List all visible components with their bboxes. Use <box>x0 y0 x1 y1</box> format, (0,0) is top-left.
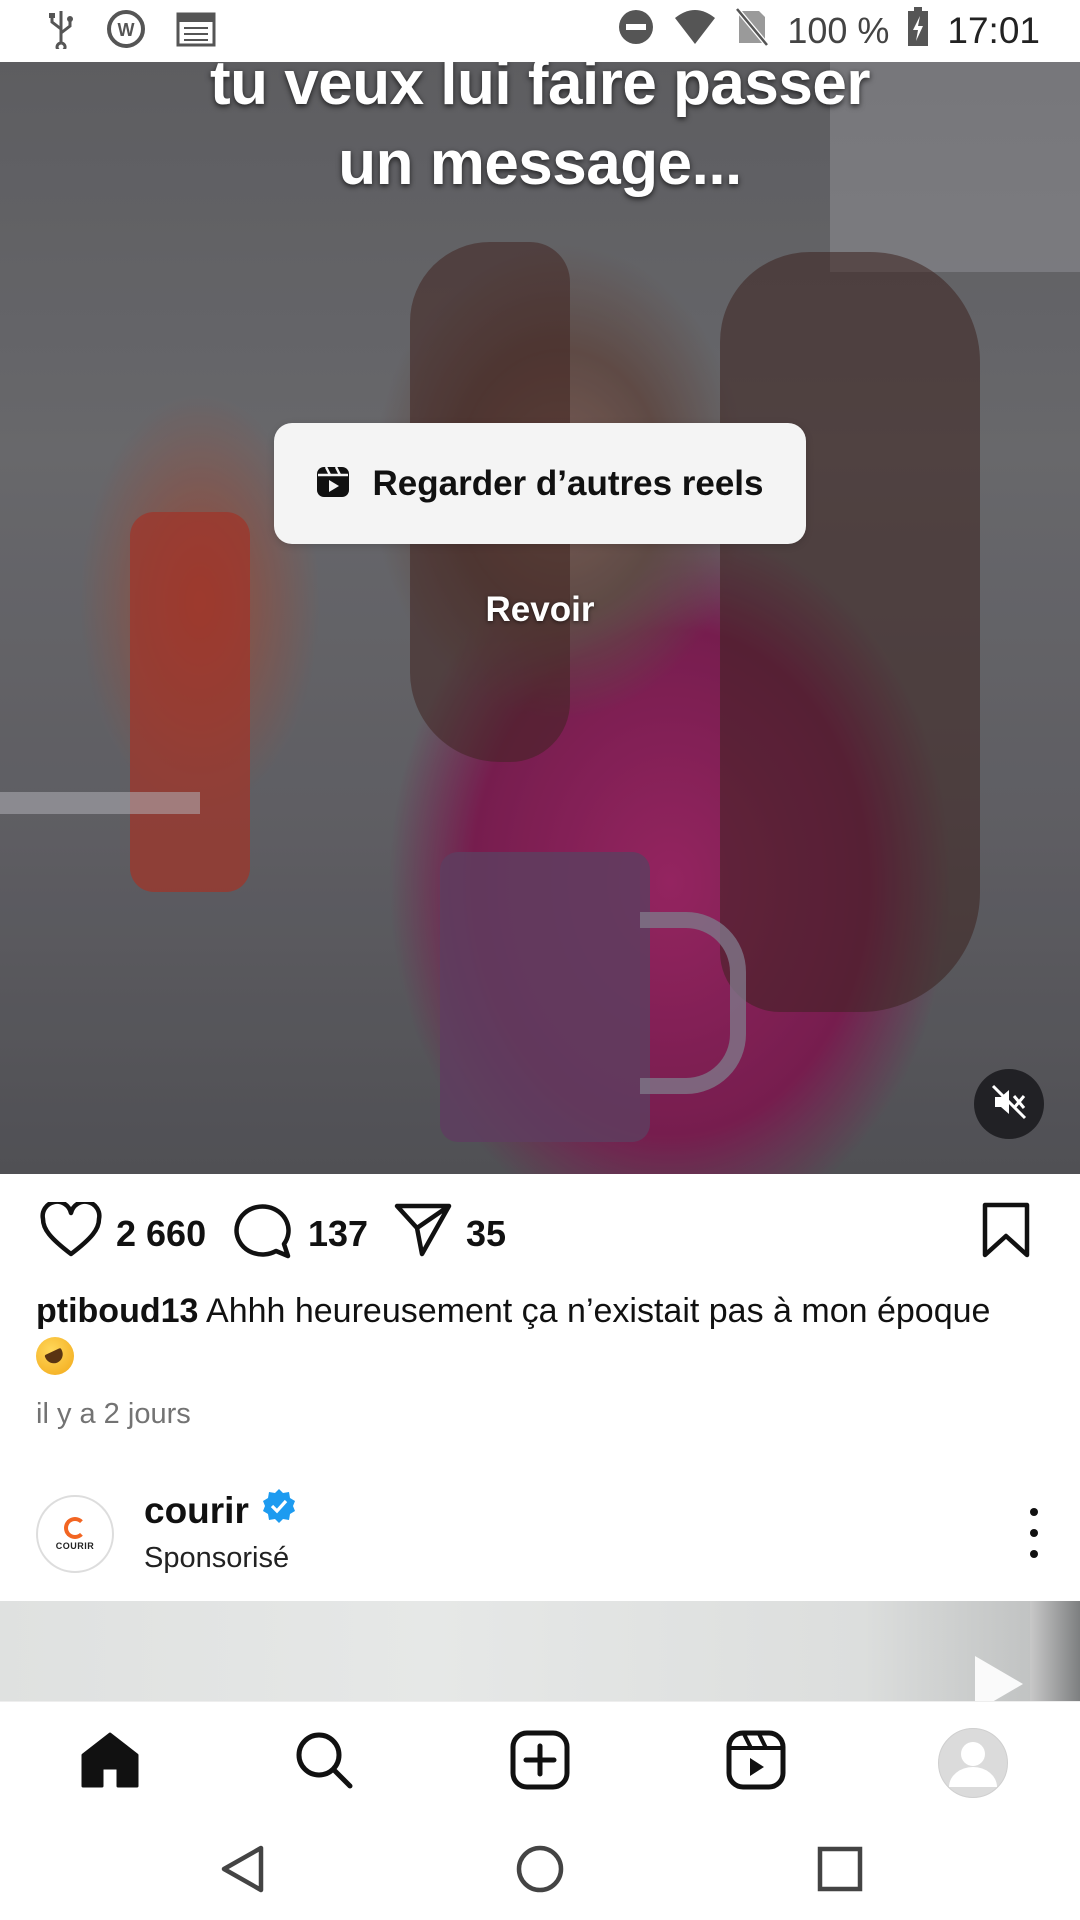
verified-badge-icon <box>261 1488 297 1533</box>
account-name[interactable]: courir <box>144 1490 249 1532</box>
post-actions: 2 660 137 35 <box>0 1174 1080 1294</box>
battery-percent: 100 % <box>787 10 890 51</box>
home-circle-icon <box>515 1844 565 1899</box>
play-icon <box>975 1656 1023 1701</box>
like-count[interactable]: 2 660 <box>116 1213 206 1255</box>
nav-profile[interactable] <box>938 1728 1008 1798</box>
bookmark-icon <box>980 1202 1032 1262</box>
reel-video[interactable]: tu veux lui faire passer un message... R… <box>0 62 1080 1174</box>
laughing-emoji-icon <box>36 1337 74 1375</box>
home-system-button[interactable] <box>510 1841 570 1901</box>
courir-avatar[interactable]: COURIR <box>36 1495 114 1573</box>
system-navigation-bar <box>0 1819 1080 1920</box>
speaker-muted-icon <box>991 1084 1027 1125</box>
overlay-line-1: tu veux lui faire passer <box>210 62 870 118</box>
nav-home[interactable] <box>76 1728 144 1796</box>
nav-search[interactable] <box>290 1728 358 1796</box>
clock: 17:01 <box>947 10 1040 51</box>
send-icon[interactable] <box>394 1202 452 1267</box>
calendar-icon <box>176 11 216 52</box>
comment-count[interactable]: 137 <box>308 1213 368 1255</box>
svg-text:W: W <box>118 20 135 40</box>
back-button[interactable] <box>212 1841 272 1901</box>
like-action[interactable]: 2 660 <box>40 1199 206 1267</box>
save-button[interactable] <box>980 1202 1032 1263</box>
heart-icon[interactable] <box>40 1199 102 1267</box>
battery-icon <box>907 6 929 56</box>
reels-icon <box>316 464 350 503</box>
nav-create[interactable] <box>506 1728 574 1796</box>
status-bar: W 100 % 17:01 <box>0 0 1080 62</box>
comment-action[interactable]: 137 <box>232 1203 368 1264</box>
caption-username[interactable]: ptiboud13 <box>36 1292 198 1330</box>
replay-button[interactable]: Revoir <box>0 590 1080 630</box>
vpn-icon: W <box>106 9 146 54</box>
recents-square-icon <box>817 1846 863 1897</box>
watch-more-reels-label: Regarder d’autres reels <box>372 463 764 503</box>
watch-more-reels-button[interactable]: Regarder d’autres reels <box>274 423 806 544</box>
back-triangle-icon <box>219 1844 265 1899</box>
share-action[interactable]: 35 <box>394 1202 506 1267</box>
reels-nav-icon <box>726 1730 786 1795</box>
more-options-icon[interactable] <box>1024 1508 1044 1558</box>
sponsored-post-media[interactable] <box>0 1601 1080 1701</box>
courir-logo-text: COURIR <box>55 1541 95 1551</box>
add-post-icon <box>510 1730 570 1795</box>
sponsored-post-header: COURIR courir Sponsorisé <box>0 1480 1080 1600</box>
share-count[interactable]: 35 <box>466 1213 506 1255</box>
video-text-overlay: tu veux lui faire passer un message... <box>0 62 1080 204</box>
no-sim-icon <box>735 6 770 56</box>
overlay-line-2: un message... <box>338 129 742 198</box>
sponsored-label: Sponsorisé <box>144 1542 290 1574</box>
recents-button[interactable] <box>810 1841 870 1901</box>
mute-button[interactable] <box>974 1069 1044 1139</box>
dnd-icon <box>617 8 655 55</box>
home-icon <box>80 1731 140 1794</box>
post-timestamp: il y a 2 jours <box>36 1398 191 1430</box>
usb-icon <box>46 9 76 54</box>
comment-icon[interactable] <box>232 1200 294 1269</box>
account-name-row[interactable]: courir <box>144 1488 297 1533</box>
nav-reels[interactable] <box>722 1728 790 1796</box>
search-icon <box>294 1730 354 1795</box>
wifi-icon <box>673 8 717 55</box>
profile-avatar-icon <box>939 1729 1007 1797</box>
caption-text: Ahhh heureusement ça n’existait pas à mo… <box>206 1292 991 1330</box>
post-caption: ptiboud13 Ahhh heureusement ça n’existai… <box>36 1288 1046 1382</box>
bottom-navigation <box>0 1701 1080 1820</box>
courir-logo-icon <box>64 1517 86 1539</box>
